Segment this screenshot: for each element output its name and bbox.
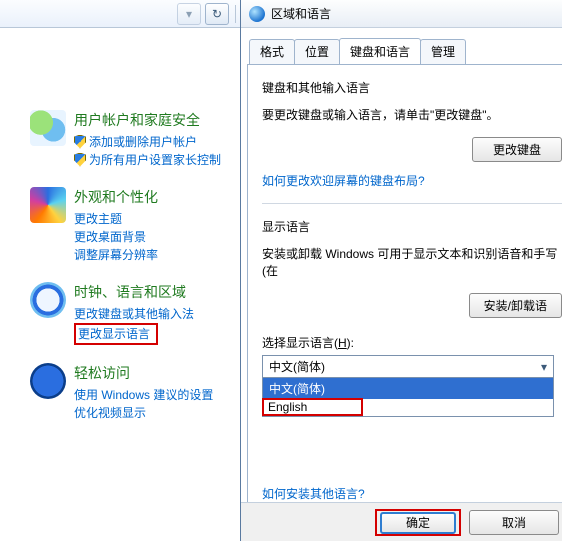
combo-option[interactable]: English xyxy=(267,398,313,416)
region-language-dialog: 区域和语言 格式 位置 键盘和语言 管理 键盘和其他输入语言 要更改键盘或输入语… xyxy=(240,0,562,541)
tab-administrative[interactable]: 管理 xyxy=(420,39,466,64)
back-button[interactable]: ▾ xyxy=(177,3,201,25)
welcome-screen-kb-link[interactable]: 如何更改欢迎屏幕的键盘布局? xyxy=(262,174,425,188)
dialog-body: 格式 位置 键盘和语言 管理 键盘和其他输入语言 要更改键盘或输入语言，请单击"… xyxy=(241,28,562,502)
label-accel-key: H xyxy=(338,336,347,350)
display-language-title: 显示语言 xyxy=(262,218,562,235)
toolbar-separator xyxy=(235,5,236,23)
highlight-box: English xyxy=(263,399,553,416)
tab-keyboards-languages[interactable]: 键盘和语言 xyxy=(339,38,421,64)
ok-button[interactable]: 确定 xyxy=(380,512,456,534)
dialog-button-bar: 确定 取消 xyxy=(241,502,562,541)
shield-icon xyxy=(74,135,86,149)
kb-section-title: 键盘和其他输入语言 xyxy=(262,79,562,96)
globe-icon xyxy=(249,6,265,22)
label-suffix: ): xyxy=(347,336,354,350)
combo-selected[interactable]: 中文(简体) ▾ xyxy=(263,356,553,378)
link-change-theme[interactable]: 更改主题 xyxy=(74,210,158,227)
link-parental-controls[interactable]: 为所有用户设置家长控制 xyxy=(74,151,221,168)
link-use-recommended-settings[interactable]: 使用 Windows 建议的设置 xyxy=(74,386,213,403)
shield-icon xyxy=(74,153,86,167)
ease-of-access-icon xyxy=(30,363,66,399)
divider xyxy=(262,203,562,204)
highlight-box: 更改显示语言 xyxy=(74,323,158,345)
dialog-title: 区域和语言 xyxy=(271,5,331,22)
link-add-remove-accounts[interactable]: 添加或删除用户帐户 xyxy=(74,133,221,150)
control-panel-categories: 用户帐户和家庭安全 添加或删除用户帐户 为所有用户设置家长控制 外观和个性化 更… xyxy=(0,30,240,440)
combo-dropdown-list: 中文(简体) English xyxy=(263,378,553,416)
kb-section-text: 要更改键盘或输入语言，请单击"更改键盘"。 xyxy=(262,106,562,123)
link-change-wallpaper[interactable]: 更改桌面背景 xyxy=(74,228,158,245)
category-ease-of-access: 轻松访问 使用 Windows 建议的设置 优化视频显示 xyxy=(30,363,240,422)
dropdown-icon: ▾ xyxy=(186,7,192,21)
refresh-icon: ↻ xyxy=(212,7,222,21)
category-title[interactable]: 外观和个性化 xyxy=(74,187,158,207)
choose-display-language-label: 选择显示语言(H): xyxy=(262,334,562,351)
tab-location[interactable]: 位置 xyxy=(294,39,340,64)
refresh-button[interactable]: ↻ xyxy=(205,3,229,25)
link-text: 添加或删除用户帐户 xyxy=(89,133,197,150)
link-text: 为所有用户设置家长控制 xyxy=(89,151,221,168)
link-optimize-video[interactable]: 优化视频显示 xyxy=(74,404,213,421)
category-title[interactable]: 用户帐户和家庭安全 xyxy=(74,110,221,130)
tab-panel-keyboards-languages: 键盘和其他输入语言 要更改键盘或输入语言，请单击"更改键盘"。 更改键盘 如何更… xyxy=(247,64,562,502)
link-change-display-language[interactable]: 更改显示语言 xyxy=(78,327,150,341)
dialog-titlebar: 区域和语言 xyxy=(241,0,562,28)
change-keyboards-button[interactable]: 更改键盘 xyxy=(472,137,562,162)
link-change-resolution[interactable]: 调整屏幕分辨率 xyxy=(74,246,158,263)
users-icon xyxy=(30,110,66,146)
category-title[interactable]: 时钟、语言和区域 xyxy=(74,282,194,302)
how-install-other-languages-link[interactable]: 如何安装其他语言? xyxy=(262,485,365,502)
cancel-button[interactable]: 取消 xyxy=(469,510,559,535)
category-user-accounts: 用户帐户和家庭安全 添加或删除用户帐户 为所有用户设置家长控制 xyxy=(30,110,240,169)
category-appearance: 外观和个性化 更改主题 更改桌面背景 调整屏幕分辨率 xyxy=(30,187,240,264)
clock-icon xyxy=(30,282,66,318)
label-prefix: 选择显示语言( xyxy=(262,336,338,350)
highlight-box: 确定 xyxy=(375,509,461,536)
tab-formats[interactable]: 格式 xyxy=(249,39,295,64)
display-language-combo[interactable]: 中文(简体) ▾ 中文(简体) English xyxy=(262,355,554,417)
tab-strip: 格式 位置 键盘和语言 管理 xyxy=(249,40,562,64)
install-uninstall-languages-button[interactable]: 安装/卸载语 xyxy=(469,293,562,318)
appearance-icon xyxy=(30,187,66,223)
category-title[interactable]: 轻松访问 xyxy=(74,363,213,383)
chevron-down-icon: ▾ xyxy=(541,360,547,374)
display-language-text: 安装或卸载 Windows 可用于显示文本和识别语音和手写(在 xyxy=(262,245,562,279)
category-clock-language-region: 时钟、语言和区域 更改键盘或其他输入法 更改显示语言 xyxy=(30,282,240,345)
combo-selected-text: 中文(简体) xyxy=(269,358,325,375)
combo-option[interactable]: 中文(简体) xyxy=(263,378,553,399)
link-change-keyboard-input[interactable]: 更改键盘或其他输入法 xyxy=(74,305,194,322)
